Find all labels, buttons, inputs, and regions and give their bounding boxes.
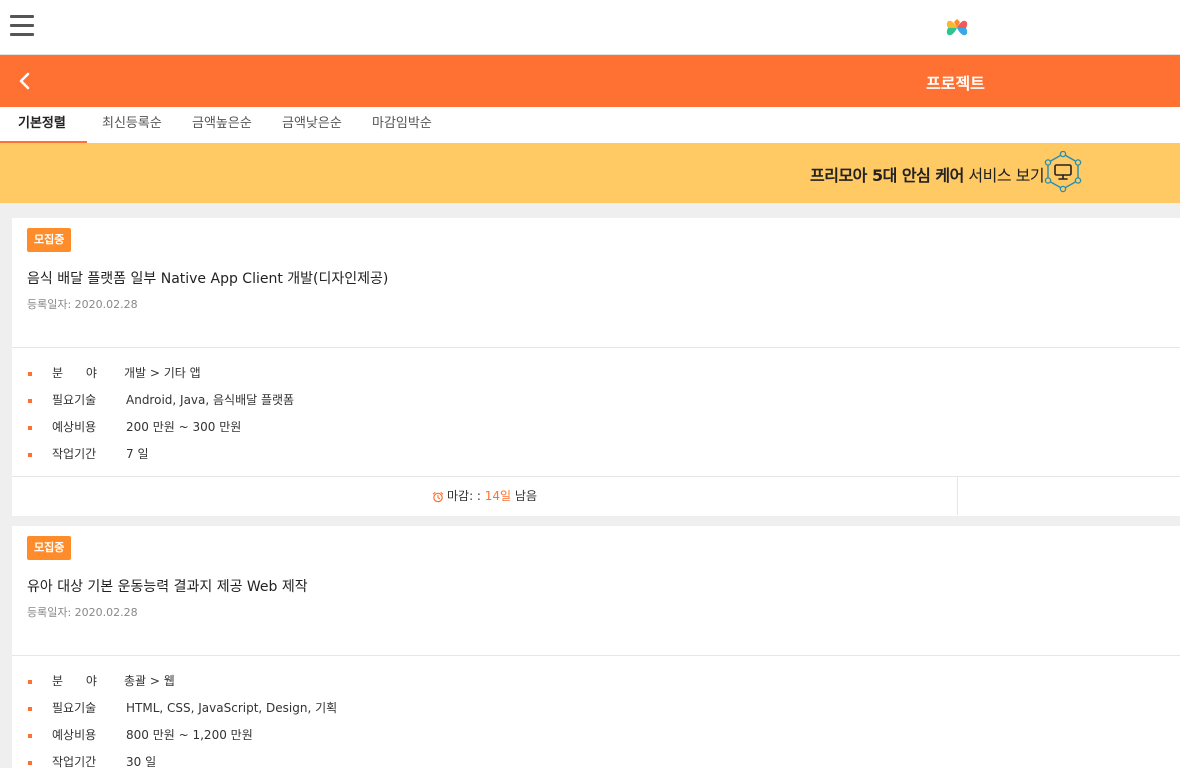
info-row: 예상비용 200 만원 ~ 300 만원 [12,418,1180,445]
info-label: 분 야 [52,366,97,380]
bullet-icon [28,426,32,430]
tab-default-sort[interactable]: 기본정렬 [0,107,87,143]
project-title[interactable]: 유아 대상 기본 운동능력 결과지 제공 Web 제작 [27,576,308,596]
bullet-icon [28,734,32,738]
info-row: 작업기간 7 일 [12,445,1180,472]
project-card-header[interactable]: 모집중 음식 배달 플랫폼 일부 Native App Client 개발(디자… [12,218,1180,348]
info-label: 필요기술 [52,701,97,715]
info-row: 예상비용 800 만원 ~ 1,200 만원 [12,726,1180,753]
chevron-left-icon[interactable] [14,68,38,94]
info-value: Android, Java, 음식배달 플랫폼 [126,393,295,407]
project-info: 분 야 개발 > 기타 앱 필요기술 Android, Java, 음식배달 플… [12,348,1180,477]
deadline-days: 14일 [484,489,512,503]
deadline-prefix: 마감: : [446,489,485,503]
alarm-clock-icon [432,491,444,502]
project-info: 분 야 총괄 > 웹 필요기술 HTML, CSS, JavaScript, D… [12,656,1180,768]
hamburger-icon[interactable] [10,15,34,39]
info-row: 분 야 개발 > 기타 앱 [12,364,1180,391]
info-value: 총괄 > 웹 [124,674,175,688]
info-value: 개발 > 기타 앱 [124,366,201,380]
info-row: 필요기술 HTML, CSS, JavaScript, Design, 기획 [12,699,1180,726]
project-title[interactable]: 음식 배달 플랫폼 일부 Native App Client 개발(디자인제공) [27,268,388,288]
info-label: 작업기간 [52,447,97,461]
deadline-suffix: 남음 [511,489,537,503]
nav-bar: 프로젝트 [0,55,1180,107]
sort-tabs: 기본정렬 최신등록순 금액높은순 금액낮은순 마감임박순 [0,107,1180,143]
info-value: 200 만원 ~ 300 만원 [126,420,242,434]
bullet-icon [28,453,32,457]
info-value: 7 일 [126,447,149,461]
clover-logo[interactable] [941,13,973,45]
project-date: 등록일자: 2020.02.28 [27,606,138,619]
top-bar [0,0,1180,55]
banner-text: 프리모아 5대 안심 케어 서비스 보기 [810,166,1045,185]
tab-price-high[interactable]: 금액높은순 [192,107,252,143]
page-title: 프로젝트 [926,74,985,93]
info-label: 작업기간 [52,755,97,768]
bullet-icon [28,680,32,684]
tab-newest[interactable]: 최신등록순 [102,107,162,143]
deadline-bar: 마감: : 14일 남음 [12,477,1180,515]
info-label: 분 야 [52,674,97,688]
bullet-icon [28,399,32,403]
project-card-header[interactable]: 모집중 유아 대상 기본 운동능력 결과지 제공 Web 제작 등록일자: 20… [12,526,1180,656]
deadline-info: 마감: : 14일 남음 [12,477,958,515]
project-card: 모집중 유아 대상 기본 운동능력 결과지 제공 Web 제작 등록일자: 20… [12,526,1180,768]
info-row: 분 야 총괄 > 웹 [12,672,1180,699]
monitor-network-icon [1044,151,1082,193]
info-row: 작업기간 30 일 [12,753,1180,768]
info-value: HTML, CSS, JavaScript, Design, 기획 [126,701,338,715]
tab-price-low[interactable]: 금액낮은순 [282,107,342,143]
status-badge: 모집중 [27,536,72,560]
status-badge: 모집중 [27,228,72,252]
info-label: 필요기술 [52,393,97,407]
bullet-icon [28,761,32,765]
info-value: 800 만원 ~ 1,200 만원 [126,728,253,742]
info-value: 30 일 [126,755,157,768]
bullet-icon [28,372,32,376]
info-row: 필요기술 Android, Java, 음식배달 플랫폼 [12,391,1180,418]
project-card: 모집중 음식 배달 플랫폼 일부 Native App Client 개발(디자… [12,218,1180,516]
info-label: 예상비용 [52,420,97,434]
care-service-banner[interactable]: 프리모아 5대 안심 케어 서비스 보기 [0,143,1180,203]
bullet-icon [28,707,32,711]
info-label: 예상비용 [52,728,97,742]
project-date: 등록일자: 2020.02.28 [27,298,138,311]
tab-deadline[interactable]: 마감임박순 [372,107,432,143]
